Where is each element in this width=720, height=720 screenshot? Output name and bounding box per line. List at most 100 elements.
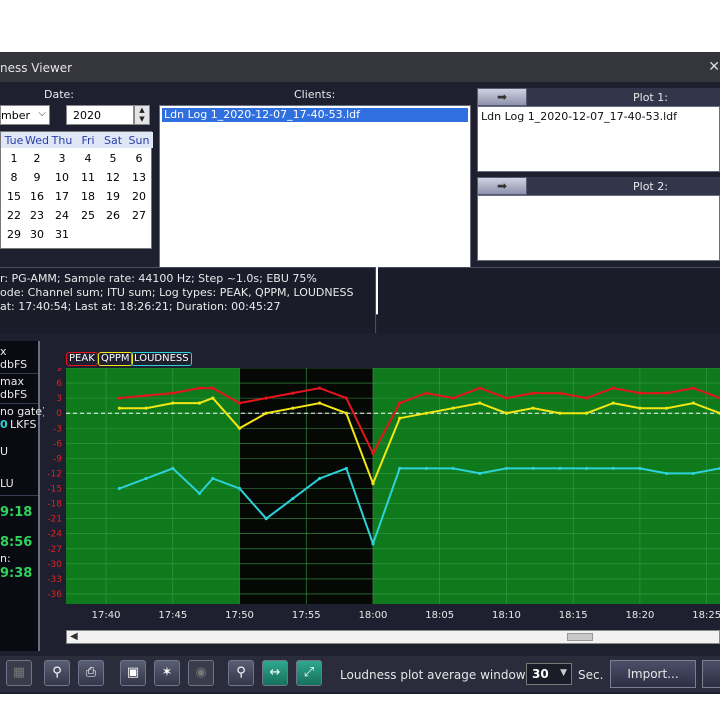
- calendar-day[interactable]: 9: [24, 171, 50, 184]
- screenshot-highlight-button[interactable]: ✶: [154, 660, 180, 686]
- print-button[interactable]: ⎙: [78, 660, 104, 686]
- plot1-box[interactable]: Ldn Log 1_2020-12-07_17-40-53.ldf: [477, 106, 720, 172]
- calendar-day[interactable]: 10: [49, 171, 75, 184]
- data-point-loudness: [558, 466, 562, 471]
- data-point-qppm: [371, 481, 375, 486]
- data-point-qppm: [344, 411, 348, 415]
- calendar-day[interactable]: 16: [24, 190, 50, 203]
- export-icon-button[interactable]: ▦: [6, 660, 32, 686]
- data-point-qppm: [398, 416, 402, 420]
- data-point-loudness: [211, 476, 215, 481]
- calendar-day[interactable]: 2: [24, 152, 50, 165]
- data-point-qppm: [451, 406, 455, 410]
- bottom-toolbar: ▦ ⚲ ⎙ ▣ ✶ ◉ ⚲ ↔ ⤢ Loudness plot average …: [0, 656, 720, 692]
- screenshot-button[interactable]: ▣: [120, 660, 146, 686]
- client-list-item[interactable]: Ldn Log 1_2020-12-07_17-40-53.ldf: [162, 108, 468, 122]
- data-point-qppm: [691, 401, 695, 405]
- y-tick-label: 3: [56, 394, 62, 404]
- add-to-plot2-button[interactable]: ➡: [477, 177, 527, 195]
- gate-label: no gate): [0, 405, 47, 418]
- arrow-right-icon: ➡: [496, 179, 508, 193]
- x-tick-label: 18:25: [692, 610, 720, 621]
- scroll-left-icon[interactable]: ◀: [70, 631, 78, 642]
- y-tick-label: -15: [47, 485, 62, 495]
- calendar-day[interactable]: 20: [126, 190, 152, 203]
- y-tick-label: -27: [47, 545, 62, 555]
- year-spinner[interactable]: ▲ ▼: [134, 105, 150, 125]
- calendar-day[interactable]: 6: [126, 152, 152, 165]
- stats-panel: x dbFS max dbFS no gate) 0 LKFS U LU 9:1…: [0, 341, 46, 651]
- calendar-day[interactable]: 11: [75, 171, 101, 184]
- calendar-day[interactable]: 23: [24, 209, 50, 222]
- fit-screen-button[interactable]: ⤢: [296, 660, 322, 686]
- search-icon[interactable]: ⚲: [228, 660, 254, 686]
- plot1-header: ➡ Plot 1:: [477, 88, 720, 106]
- x-tick-label: 18:15: [559, 610, 588, 621]
- data-point-peak: [237, 401, 242, 405]
- calendar-day[interactable]: 24: [49, 209, 75, 222]
- plot1-label: Plot 1:: [633, 91, 668, 104]
- divider: [0, 403, 38, 404]
- data-point-peak: [344, 396, 348, 400]
- calendar-day[interactable]: 12: [100, 171, 126, 184]
- zoom-users-button[interactable]: ⚲: [44, 660, 70, 686]
- lu-label: U: [0, 445, 9, 458]
- data-point-qppm: [237, 426, 242, 430]
- screenshot-disabled-button[interactable]: ◉: [188, 660, 214, 686]
- year-input[interactable]: 2020: [66, 105, 134, 125]
- x-tick-label: 18:05: [425, 610, 454, 621]
- log-info-panel: r: PG-AMM; Sample rate: 44100 Hz; Step ~…: [0, 267, 376, 333]
- calendar-day[interactable]: 27: [126, 209, 152, 222]
- calendar-day[interactable]: 25: [75, 209, 101, 222]
- spin-up-icon[interactable]: ▲: [139, 106, 144, 114]
- calendar-day[interactable]: 5: [100, 152, 126, 165]
- data-point-qppm: [504, 411, 509, 415]
- calendar-day[interactable]: 31: [49, 228, 75, 241]
- calendar-day[interactable]: 17: [49, 190, 75, 203]
- data-point-loudness: [317, 476, 322, 481]
- close-icon[interactable]: ✕: [708, 59, 720, 75]
- data-point-qppm: [144, 406, 148, 410]
- plot2-box[interactable]: [477, 195, 720, 261]
- data-point-peak: [451, 396, 455, 400]
- y-tick-label: -12: [47, 469, 62, 479]
- data-point-loudness: [424, 466, 428, 471]
- data-point-loudness: [291, 496, 295, 501]
- data-point-peak: [291, 391, 295, 395]
- month-select[interactable]: mber ⌵: [0, 105, 50, 125]
- calendar-day[interactable]: 18: [75, 190, 101, 203]
- avg-window-select[interactable]: 30 ▼: [526, 663, 572, 685]
- data-point-qppm: [317, 401, 322, 405]
- chart-horizontal-scrollbar[interactable]: ◀: [66, 630, 720, 644]
- calendar-day[interactable]: 19: [100, 190, 126, 203]
- scrollbar-thumb[interactable]: [567, 633, 593, 641]
- calendar-day[interactable]: 13: [126, 171, 152, 184]
- y-tick-label: -24: [47, 530, 62, 540]
- date-label: Date:: [44, 88, 74, 101]
- calendar-day[interactable]: 30: [24, 228, 50, 241]
- loudness-chart[interactable]: 9 6 3 0 -3 -6 -9 -12 -15 -18 -21 -24 -27 -30 -33 -36 17:…: [44, 368, 720, 652]
- chevron-down-icon: ⌵: [38, 108, 46, 119]
- add-to-plot1-button[interactable]: ➡: [477, 88, 527, 106]
- calendar-day[interactable]: 4: [75, 152, 101, 165]
- data-point-loudness: [691, 471, 695, 476]
- extra-button[interactable]: [702, 660, 720, 688]
- y-tick-label: -18: [47, 500, 62, 510]
- import-button[interactable]: Import...: [610, 660, 696, 688]
- max-unit: dbFS: [0, 358, 28, 371]
- calendar-day[interactable]: 26: [100, 209, 126, 222]
- data-point-qppm: [117, 406, 121, 410]
- weekday-label: Wed: [25, 134, 49, 147]
- calendar[interactable]: Tue Wed Thu Fri Sat Sun 1 2 3 4 5 6 8 9 10 11 12 13…: [0, 131, 153, 249]
- data-point-peak: [558, 391, 562, 395]
- fit-width-button[interactable]: ↔: [262, 660, 288, 686]
- spin-down-icon[interactable]: ▼: [139, 115, 144, 123]
- data-point-peak: [171, 391, 175, 395]
- data-point-loudness: [398, 466, 402, 471]
- time-value-1: 9:18: [0, 505, 33, 520]
- data-point-loudness: [344, 466, 348, 471]
- time3-label: n:: [0, 552, 11, 565]
- avg-window-value: 30: [532, 667, 549, 681]
- data-point-loudness: [171, 466, 175, 471]
- calendar-day[interactable]: 3: [49, 152, 75, 165]
